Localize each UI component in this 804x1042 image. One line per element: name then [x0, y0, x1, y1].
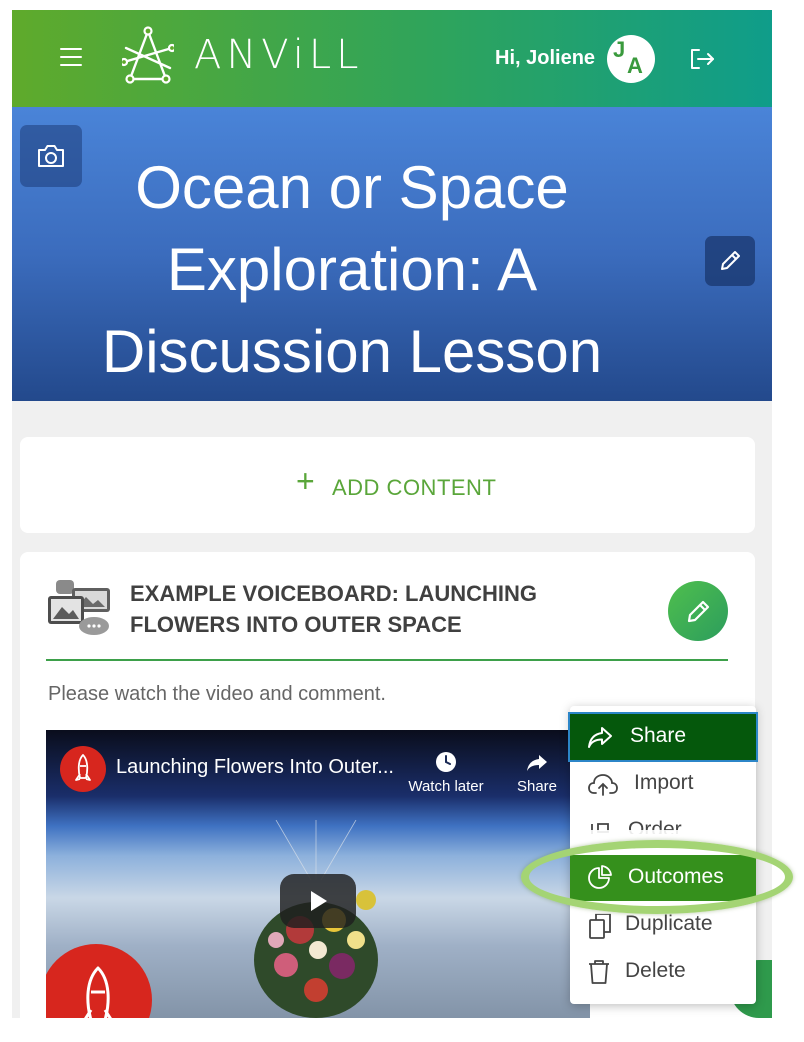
voiceboard-description: Please watch the video and comment. — [48, 683, 386, 705]
copy-icon — [589, 913, 611, 939]
lesson-hero-banner: Ocean or Space Exploration: A Discussion… — [12, 107, 772, 401]
cloud-upload-icon — [588, 774, 618, 796]
share-arrow-icon — [588, 727, 612, 748]
pencil-icon — [687, 600, 710, 623]
voiceboard-title-line-1: EXAMPLE VOICEBOARD: LAUNCHING — [130, 581, 538, 606]
avatar-initial-first: J — [613, 37, 626, 62]
menu-item-share-label: Share — [630, 724, 687, 747]
rocket-icon — [84, 966, 112, 1018]
watch-later-label: Watch later — [408, 778, 484, 795]
video-player[interactable]: Launching Flowers Into Outer... Watch la… — [46, 730, 590, 1018]
plus-icon: + — [296, 463, 315, 499]
trash-icon — [589, 960, 609, 984]
video-share-label: Share — [516, 778, 558, 795]
lesson-title: Ocean or Space Exploration: A Discussion… — [101, 154, 603, 385]
brand-name: ANViLL — [194, 32, 364, 78]
logout-icon[interactable] — [688, 47, 716, 71]
menu-item-delete-label: Delete — [625, 959, 686, 982]
divider — [46, 659, 728, 661]
avatar-initial-last: A — [627, 53, 643, 78]
pencil-icon — [721, 251, 740, 270]
rocket-icon — [75, 754, 91, 781]
anvill-logo-icon — [122, 26, 174, 84]
outcomes-highlight-ring — [521, 840, 793, 914]
top-nav-bar: ANViLL Hi, Joliene J A — [12, 10, 772, 107]
voiceboard-icon — [48, 580, 110, 635]
share-arrow-icon — [527, 755, 547, 771]
menu-item-import[interactable]: Import — [570, 761, 756, 807]
play-button[interactable] — [280, 874, 356, 928]
user-greeting: Hi, Joliene — [495, 47, 596, 69]
add-content-button[interactable]: + ADD CONTENT — [20, 437, 755, 533]
edit-voiceboard-button[interactable] — [668, 581, 728, 641]
video-title[interactable]: Launching Flowers Into Outer... — [116, 756, 394, 779]
channel-watermark-logo — [46, 944, 152, 1018]
play-icon — [311, 891, 327, 911]
menu-item-duplicate-label: Duplicate — [625, 912, 713, 935]
watch-later-button[interactable]: Watch later — [400, 750, 492, 795]
voiceboard-title-line-2: FLOWERS INTO OUTER SPACE — [130, 612, 462, 637]
add-content-label: ADD CONTENT — [332, 475, 497, 500]
menu-item-delete[interactable]: Delete — [570, 949, 756, 995]
menu-item-import-label: Import — [634, 771, 694, 794]
edit-title-button[interactable] — [705, 236, 755, 286]
video-share-button[interactable]: Share — [512, 750, 562, 795]
channel-logo[interactable] — [60, 746, 106, 792]
clock-icon — [436, 752, 456, 772]
user-avatar[interactable]: J A — [607, 35, 655, 83]
menu-item-share[interactable]: Share — [570, 714, 756, 760]
voiceboard-title: EXAMPLE VOICEBOARD: LAUNCHING FLOWERS IN… — [130, 578, 560, 640]
menu-hamburger-icon[interactable] — [60, 48, 82, 68]
